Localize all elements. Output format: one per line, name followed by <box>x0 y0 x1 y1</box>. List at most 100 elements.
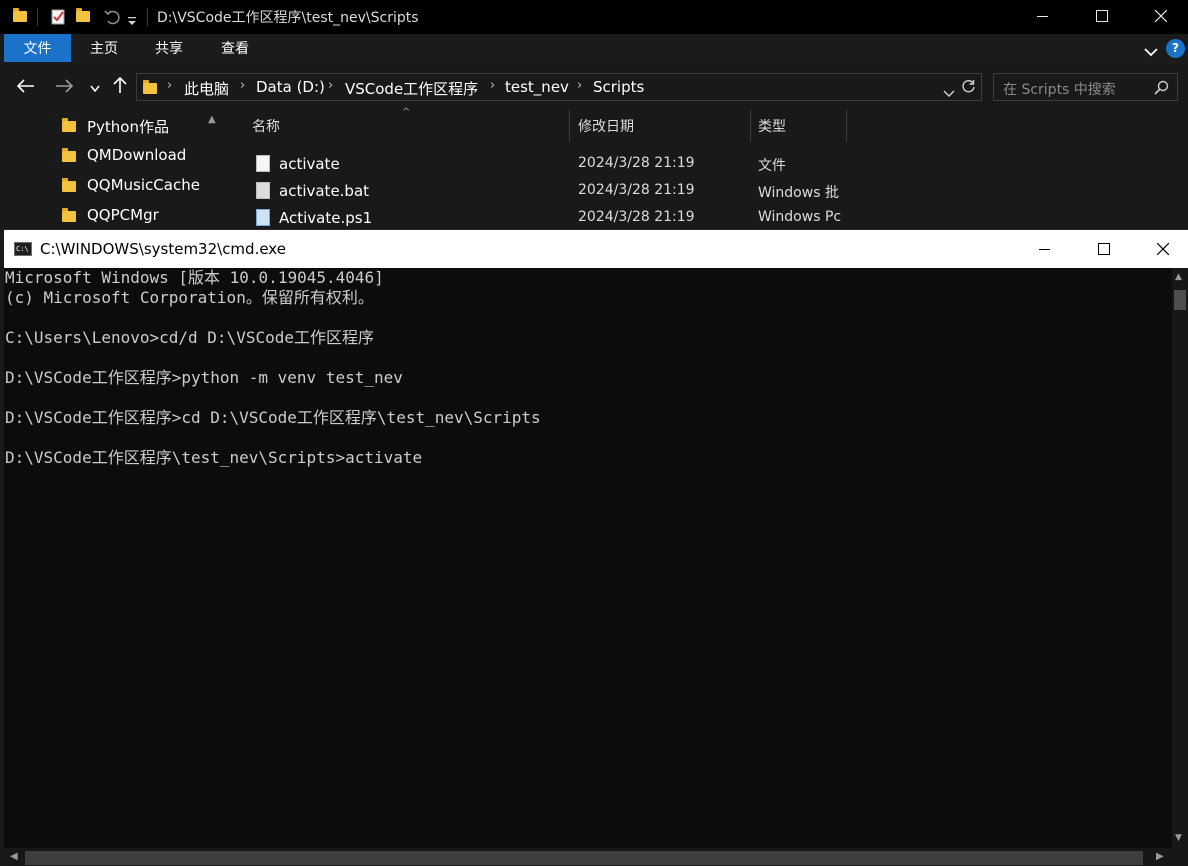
column-header-type[interactable]: 类型 <box>758 116 786 136</box>
console-line: D:\VSCode工作区程序>python -m venv test_nev <box>5 368 403 387</box>
minimize-icon <box>1039 249 1050 250</box>
maximize-button[interactable] <box>1073 0 1131 32</box>
breadcrumb-test-nev[interactable]: test_nev <box>505 78 569 96</box>
close-icon <box>1155 10 1167 22</box>
search-icon[interactable] <box>1154 80 1169 99</box>
breadcrumb-scripts[interactable]: Scripts <box>593 78 644 96</box>
nav-item-label: Python作品 <box>87 118 169 136</box>
scrollbar-corner <box>1172 848 1188 866</box>
minimize-button[interactable] <box>1014 0 1072 32</box>
maximize-button[interactable] <box>1075 230 1133 268</box>
address-history-icon[interactable] <box>943 83 955 102</box>
back-arrow-icon <box>16 79 34 93</box>
forward-arrow-icon <box>56 79 74 93</box>
close-icon <box>1157 243 1169 255</box>
breadcrumb-this-pc[interactable]: 此电脑 <box>184 78 229 99</box>
file-date: 2024/3/28 21:19 <box>578 209 695 225</box>
back-button[interactable] <box>14 76 38 100</box>
file-row[interactable]: Activate.ps1 2024/3/28 21:19 Windows Pc <box>228 205 848 232</box>
forward-button[interactable] <box>52 76 76 100</box>
folder-icon <box>62 148 76 162</box>
breadcrumb-separator[interactable]: › <box>167 78 172 93</box>
file-type: Windows Pc <box>758 209 842 225</box>
nav-item-label: QQMusicCache <box>87 176 200 194</box>
batch-file-icon <box>256 182 270 199</box>
powershell-file-icon <box>256 209 270 226</box>
scrollbar-thumb[interactable] <box>1174 290 1186 310</box>
maximize-icon <box>1096 10 1108 22</box>
undo-icon[interactable] <box>103 8 121 25</box>
scroll-left-icon[interactable]: ◀ <box>10 851 18 862</box>
scrollbar-thumb[interactable] <box>25 851 1143 865</box>
properties-icon[interactable] <box>50 8 67 25</box>
tab-file[interactable]: 文件 <box>4 34 71 62</box>
close-button[interactable] <box>1134 230 1188 268</box>
recent-locations-button[interactable] <box>83 76 107 100</box>
breadcrumb-workspace[interactable]: VSCode工作区程序 <box>345 78 478 99</box>
folder-icon <box>62 208 76 222</box>
vertical-scrollbar[interactable]: ▲ ▼ <box>1172 268 1188 848</box>
scroll-down-icon[interactable]: ▼ <box>1175 833 1182 843</box>
column-divider[interactable] <box>750 110 751 142</box>
nav-item-label: QQPCMgr <box>87 206 159 224</box>
nav-item-label: QMDownload <box>87 146 187 164</box>
address-row: › 此电脑 › Data (D:) › VSCode工作区程序 › test_n… <box>0 66 1188 110</box>
window-title: D:\VSCode工作区程序\test_nev\Scripts <box>157 10 419 26</box>
up-arrow-icon <box>113 76 127 93</box>
minimize-button[interactable] <box>1016 230 1074 268</box>
folder-icon <box>62 178 76 192</box>
console-line: Microsoft Windows [版本 10.0.19045.4046] <box>5 268 384 287</box>
console-output[interactable]: Microsoft Windows [版本 10.0.19045.4046] (… <box>4 268 1170 846</box>
console-line: D:\VSCode工作区程序\test_nev\Scripts>activate <box>5 448 423 467</box>
explorer-titlebar: D:\VSCode工作区程序\test_nev\Scripts <box>0 0 1188 34</box>
search-field[interactable]: 在 Scripts 中搜索 <box>993 73 1178 101</box>
file-name: activate <box>279 155 340 173</box>
address-bar[interactable]: › 此电脑 › Data (D:) › VSCode工作区程序 › test_n… <box>136 73 982 101</box>
file-list: ^ 名称 修改日期 类型 activate 2024/3/28 21:19 文件… <box>228 107 848 232</box>
console-line: D:\VSCode工作区程序>cd D:\VSCode工作区程序\test_ne… <box>5 408 541 427</box>
tab-home[interactable]: 主页 <box>74 34 134 62</box>
file-row[interactable]: activate 2024/3/28 21:19 文件 <box>228 151 848 178</box>
divider <box>147 8 148 26</box>
help-icon[interactable]: ? <box>1166 39 1185 58</box>
up-button[interactable] <box>108 76 132 100</box>
breadcrumb-separator[interactable]: › <box>577 78 582 93</box>
chevron-down-icon <box>90 85 100 93</box>
ribbon-tabs: 文件 主页 共享 查看 ? <box>0 34 1188 64</box>
console-line: (c) Microsoft Corporation。保留所有权利。 <box>5 288 374 307</box>
folder-icon <box>12 8 28 25</box>
breadcrumb-separator[interactable]: › <box>328 78 333 93</box>
column-divider[interactable] <box>846 110 847 142</box>
file-icon <box>256 155 270 172</box>
refresh-icon[interactable] <box>961 79 976 98</box>
divider <box>37 8 38 26</box>
file-name: Activate.ps1 <box>279 209 373 227</box>
scroll-up-icon[interactable]: ▲ <box>208 114 216 125</box>
console-line: C:\Users\Lenovo>cd/d D:\VSCode工作区程序 <box>5 328 374 347</box>
breadcrumb-drive[interactable]: Data (D:) <box>256 78 325 96</box>
horizontal-scrollbar[interactable]: ◀ ▶ <box>4 848 1172 866</box>
cmd-window: C:\ C:\WINDOWS\system32\cmd.exe Microsof… <box>4 229 1188 866</box>
column-divider[interactable] <box>569 110 570 142</box>
tab-share[interactable]: 共享 <box>138 34 200 62</box>
breadcrumb-separator[interactable]: › <box>490 78 495 93</box>
file-date: 2024/3/28 21:19 <box>578 182 695 198</box>
maximize-icon <box>1098 243 1110 255</box>
close-button[interactable] <box>1132 0 1188 32</box>
minimize-icon <box>1037 16 1048 17</box>
file-date: 2024/3/28 21:19 <box>578 155 695 171</box>
cmd-titlebar: C:\ C:\WINDOWS\system32\cmd.exe <box>4 230 1188 268</box>
breadcrumb-separator[interactable]: › <box>240 78 245 93</box>
column-header-name[interactable]: 名称 <box>252 116 280 136</box>
tab-view[interactable]: 查看 <box>204 34 266 62</box>
folder-icon <box>62 118 76 132</box>
column-header-date[interactable]: 修改日期 <box>578 116 634 136</box>
file-row[interactable]: activate.bat 2024/3/28 21:19 Windows 批 <box>228 178 848 205</box>
file-type: 文件 <box>758 158 786 174</box>
customize-quick-access-icon[interactable] <box>127 12 137 29</box>
scroll-up-icon[interactable]: ▲ <box>1175 272 1182 282</box>
expand-ribbon-icon[interactable] <box>1144 42 1158 61</box>
cmd-icon[interactable]: C:\ <box>14 242 32 256</box>
new-folder-icon[interactable] <box>75 8 91 25</box>
scroll-right-icon[interactable]: ▶ <box>1156 851 1164 862</box>
